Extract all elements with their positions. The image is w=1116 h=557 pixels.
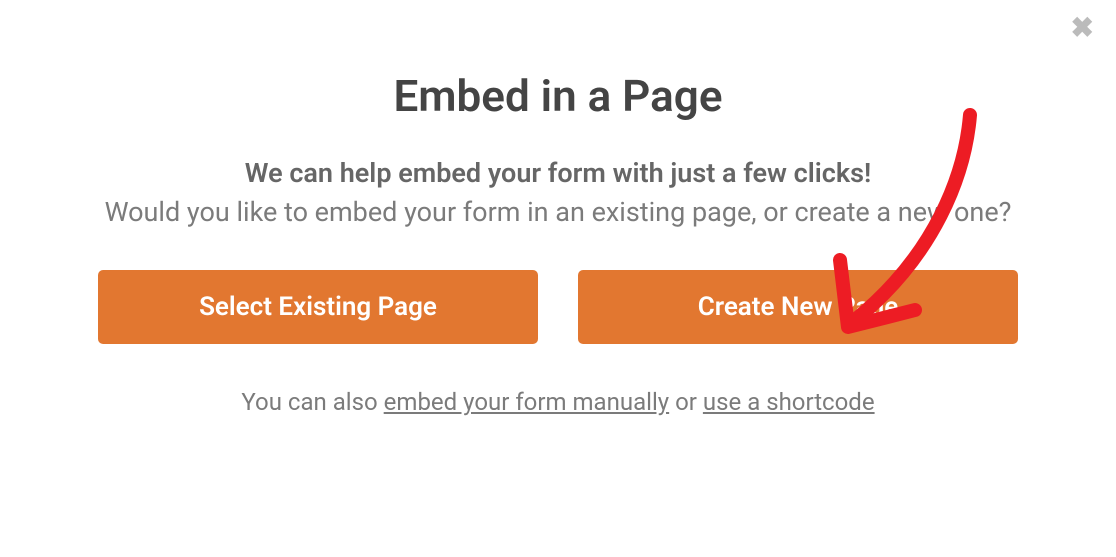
use-shortcode-link[interactable]: use a shortcode	[703, 388, 875, 416]
close-icon[interactable]: ✖	[1071, 14, 1094, 42]
footer-prefix: You can also	[241, 388, 383, 416]
button-row: Select Existing Page Create New Page	[80, 270, 1036, 344]
subtitle-plain: Would you like to embed your form in an …	[105, 196, 1012, 228]
footer-text: You can also embed your form manually or…	[80, 388, 1036, 416]
create-new-page-button[interactable]: Create New Page	[578, 270, 1018, 344]
subtitle-bold: We can help embed your form with just a …	[245, 157, 871, 189]
modal-subtitle: We can help embed your form with just a …	[80, 154, 1036, 232]
modal-title: Embed in a Page	[80, 70, 1036, 122]
footer-or: or	[669, 388, 703, 416]
embed-manually-link[interactable]: embed your form manually	[384, 388, 669, 416]
embed-modal: ✖ Embed in a Page We can help embed your…	[0, 0, 1116, 557]
select-existing-page-button[interactable]: Select Existing Page	[98, 270, 538, 344]
